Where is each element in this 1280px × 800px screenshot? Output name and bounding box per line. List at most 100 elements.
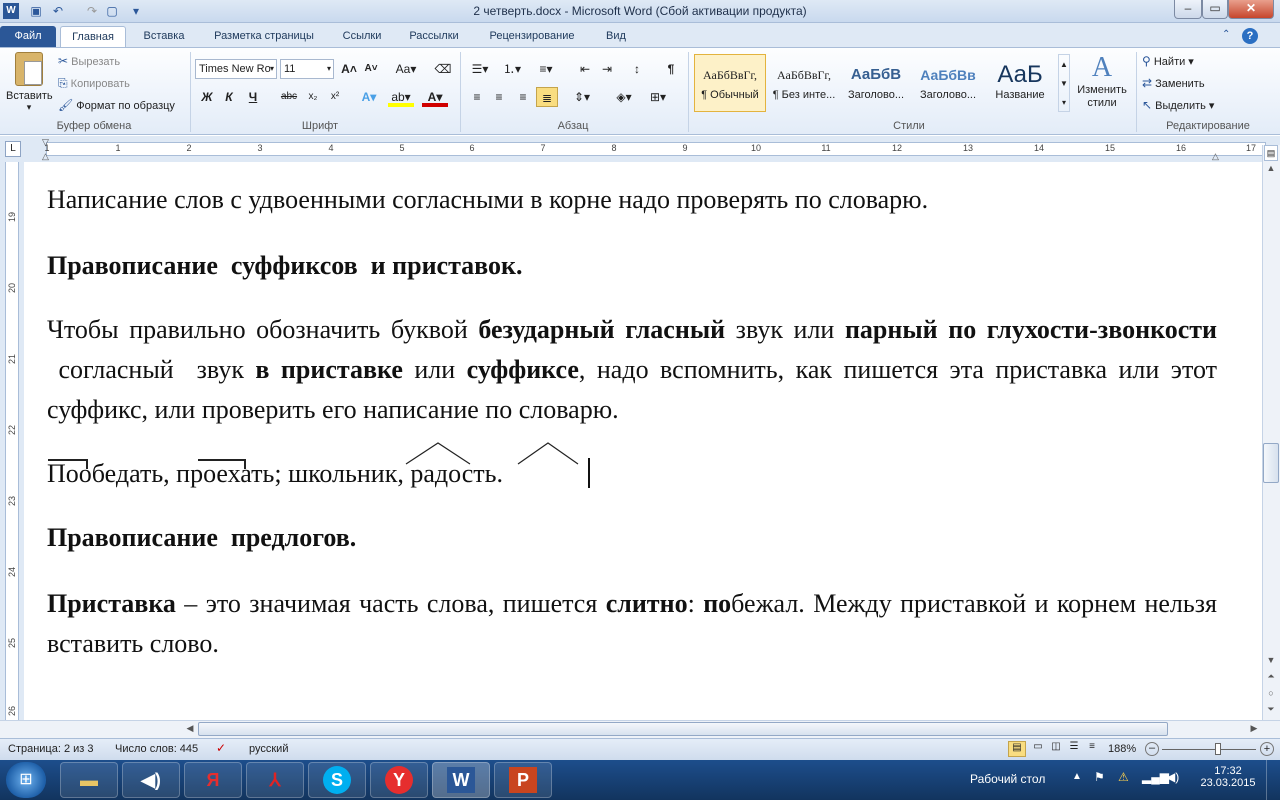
media-player-icon[interactable]: ◀) [122,762,180,798]
outline-view-icon[interactable]: ☰ [1066,741,1082,752]
show-hidden-icons[interactable]: ▲ [1072,771,1082,782]
font-color-button[interactable]: A▾ [422,87,448,107]
sort-button[interactable]: ↕ [626,59,648,79]
format-painter-button[interactable]: 🖌 Формат по образцу [58,96,175,114]
font-name-combo[interactable]: Times New Ro ▾ [195,59,277,79]
style-heading-1[interactable]: АаБбВ Заголово... [840,54,912,112]
close-button[interactable]: ✕ [1228,0,1274,19]
shrink-font-button[interactable]: A˅ [360,59,382,79]
multilevel-list-button[interactable]: ≡▾ [532,59,560,79]
bullets-button[interactable]: ☰▾ [466,59,494,79]
strikethrough-button[interactable]: abc [278,87,300,107]
scroll-right-arrow[interactable]: ▶ [1248,723,1260,735]
previous-page-icon[interactable]: ⏶ [1264,671,1278,683]
maximize-button[interactable]: ▭ [1202,0,1228,19]
horizontal-scroll-thumb[interactable] [198,722,1168,736]
text-effects-button[interactable]: A▾ [358,87,380,107]
desktop-toolbar-label[interactable]: Рабочий стол [970,772,1045,786]
underline-button[interactable]: Ч [242,87,264,107]
word-taskbar-icon[interactable]: W [432,762,490,798]
scroll-down-arrow[interactable]: ▼ [1264,655,1278,667]
shading-button[interactable]: ◈▾ [610,87,638,107]
styles-scroll[interactable]: ▲ ▼ ▾ [1058,54,1070,112]
ruler-toggle-icon[interactable]: ▤ [1264,145,1278,161]
full-screen-view-icon[interactable]: ▭ [1030,741,1046,752]
copy-button[interactable]: ⎘ Копировать [58,74,130,92]
decrease-indent-button[interactable]: ⇤ [574,59,596,79]
cut-button[interactable]: ✂ Вырезать [58,52,120,70]
align-center-button[interactable]: ≡ [488,87,510,107]
select-button[interactable]: ↖ Выделить ▾ [1142,96,1214,114]
increase-indent-button[interactable]: ⇥ [596,59,618,79]
network-icon[interactable]: ⚠ [1118,770,1129,784]
powerpoint-icon[interactable]: P [494,762,552,798]
start-button[interactable]: ⊞ [6,762,46,798]
tab-mailings[interactable]: Рассылки [398,26,470,47]
zoom-in-button[interactable]: + [1260,742,1274,756]
zoom-slider-thumb[interactable] [1215,743,1221,755]
change-styles-button[interactable]: A Изменить стили [1072,52,1132,116]
browse-object-icon[interactable]: ○ [1264,688,1278,700]
numbering-button[interactable]: ⒈▾ [498,59,526,79]
show-desktop-button[interactable] [1266,760,1280,800]
doc-paragraph[interactable]: Написание слов с удвоенными согласными в… [47,180,1217,220]
skype-icon[interactable]: S [308,762,366,798]
tab-home[interactable]: Главная [60,26,126,47]
show-marks-button[interactable]: ¶ [660,59,682,79]
tab-insert[interactable]: Вставка [134,26,194,47]
line-spacing-button[interactable]: ⇕▾ [568,87,596,107]
proofing-icon[interactable]: ✓ [216,741,226,755]
zoom-slider[interactable] [1162,749,1256,750]
next-page-icon[interactable]: ⏷ [1264,704,1278,716]
align-left-button[interactable]: ≡ [466,87,488,107]
acrobat-icon[interactable]: ⅄ [246,762,304,798]
justify-button[interactable]: ≣ [536,87,558,107]
doc-example-line[interactable]: Пообедать, проехать; школьник, радость. [47,454,587,494]
replace-button[interactable]: ⇄ Заменить [1142,74,1205,92]
right-indent-marker[interactable]: △ [1212,152,1222,161]
scroll-up-arrow[interactable]: ▲ [1264,163,1278,175]
signal-icon[interactable]: ▂▄▆ [1142,770,1169,784]
tab-file[interactable]: Файл [0,26,56,47]
help-icon[interactable]: ? [1242,28,1258,44]
style-normal[interactable]: АаБбВвГг, ¶ Обычный [694,54,766,112]
zoom-level[interactable]: 188% [1108,743,1136,755]
tab-page-layout[interactable]: Разметка страницы [204,26,324,47]
clear-formatting-icon[interactable]: ⌫ [432,59,454,79]
explorer-icon[interactable]: ▬ [60,762,118,798]
style-heading-2[interactable]: АаБбВв Заголово... [912,54,984,112]
style-title[interactable]: АаБ Название [984,54,1056,112]
superscript-button[interactable]: x² [324,87,346,107]
tab-selector[interactable]: L [5,141,21,157]
grow-font-button[interactable]: A˄ [338,59,360,79]
vertical-scroll-thumb[interactable] [1263,443,1279,483]
align-right-button[interactable]: ≡ [512,87,534,107]
highlight-button[interactable]: ab▾ [388,87,414,107]
zoom-out-button[interactable]: – [1145,742,1159,756]
yandex-browser-icon[interactable]: Я [184,762,242,798]
subscript-button[interactable]: x₂ [302,87,324,107]
italic-button[interactable]: К [218,87,240,107]
scroll-left-arrow[interactable]: ◀ [184,723,196,735]
vertical-scrollbar[interactable] [1262,145,1280,720]
change-case-button[interactable]: Aa▾ [392,59,420,79]
doc-paragraph[interactable]: Приставка – это значимая часть слова, пи… [47,584,1217,664]
doc-heading[interactable]: Правописание предлогов. [47,518,1217,558]
page-count[interactable]: Страница: 2 из 3 [8,743,94,755]
tab-references[interactable]: Ссылки [334,26,390,47]
font-size-combo[interactable]: 11 ▾ [280,59,334,79]
draft-view-icon[interactable]: ≡ [1084,741,1100,752]
bold-button[interactable]: Ж [196,87,218,107]
find-button[interactable]: ⚲ Найти ▾ [1142,52,1194,70]
volume-icon[interactable]: ◀) [1166,770,1179,784]
style-no-spacing[interactable]: АаБбВвГг, ¶ Без инте... [768,54,840,112]
left-indent-marker[interactable]: △ [42,152,52,161]
word-count[interactable]: Число слов: 445 [115,743,198,755]
web-layout-view-icon[interactable]: ◫ [1048,741,1064,752]
minimize-button[interactable]: – [1174,0,1202,19]
print-layout-view-icon[interactable]: ▤ [1008,741,1026,757]
borders-button[interactable]: ⊞▾ [644,87,672,107]
clock[interactable]: 17:32 23.03.2015 [1196,765,1260,789]
tab-view[interactable]: Вид [596,26,636,47]
action-center-icon[interactable]: ⚑ [1094,770,1105,784]
